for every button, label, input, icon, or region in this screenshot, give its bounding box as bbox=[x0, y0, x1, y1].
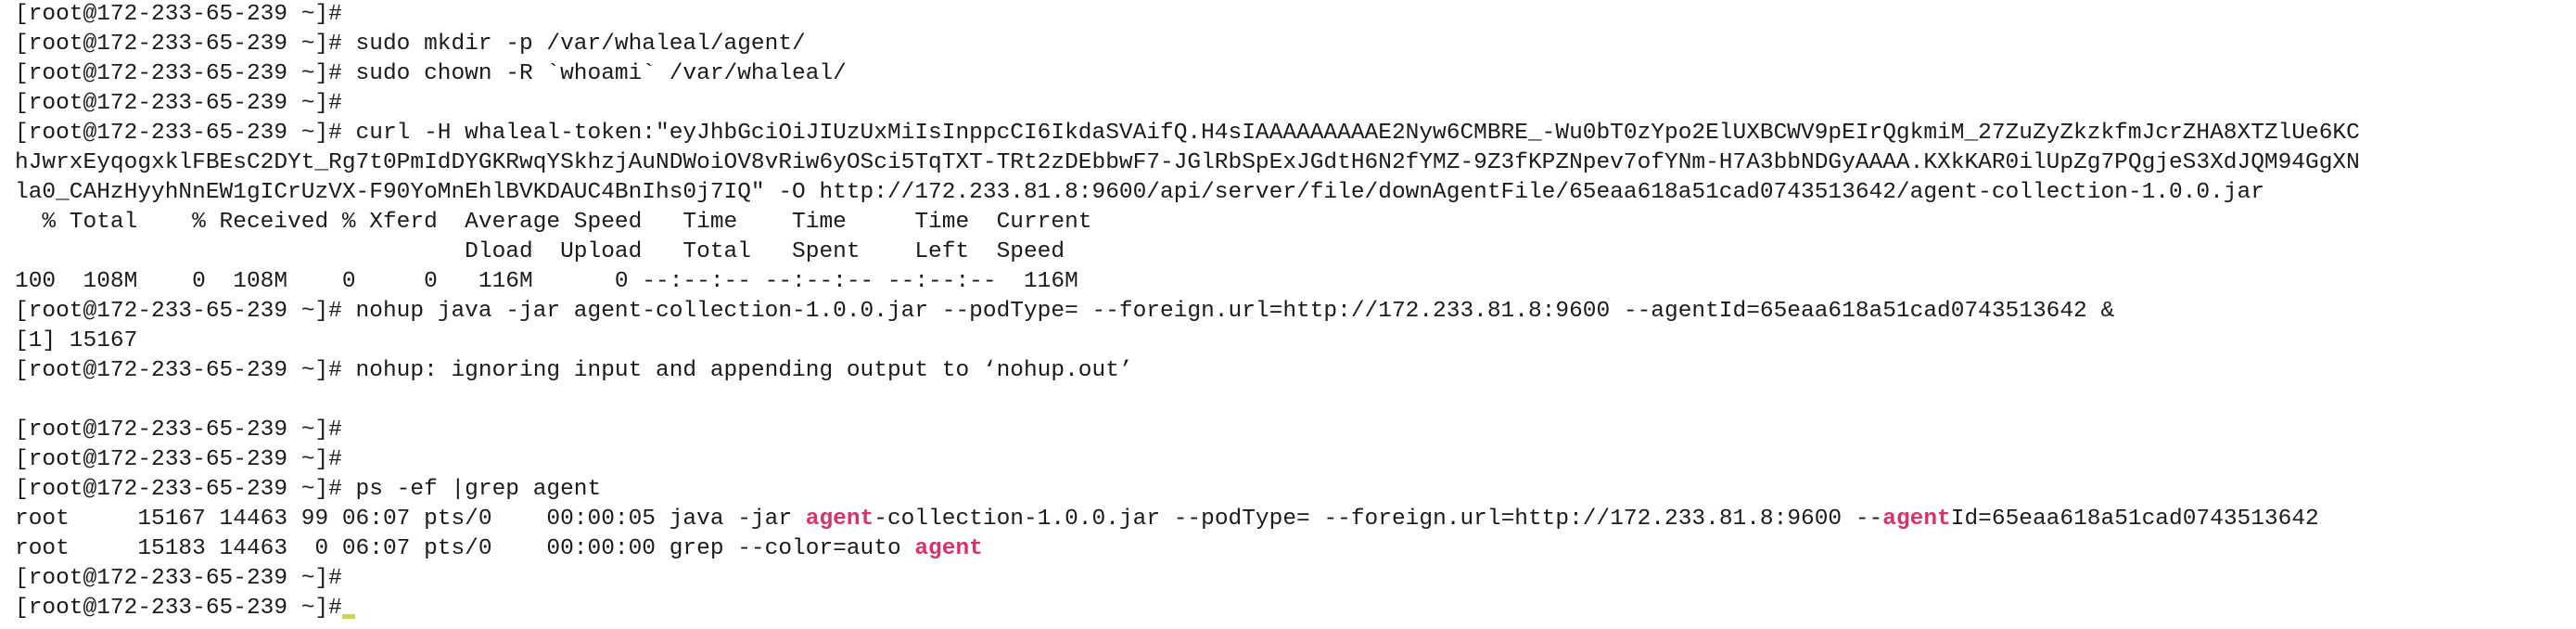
terminal-line: Dload Upload Total Spent Left Speed bbox=[15, 239, 1065, 264]
terminal-prompt-line[interactable]: [root@172-233-65-239 ~]# bbox=[15, 594, 2576, 623]
terminal-line: [1] 15167 bbox=[15, 328, 138, 353]
terminal-line: hJwrxEyqogxklFBEsC2DYt_Rg7t0PmIdDYGKRwqY… bbox=[15, 150, 2360, 175]
ps-row-text: Id=65eaa618a51cad0743513642 bbox=[1950, 507, 2319, 532]
terminal-line: [root@172-233-65-239 ~]# sudo mkdir -p /… bbox=[15, 32, 806, 57]
terminal-line: [root@172-233-65-239 ~]# ps -ef |grep ag… bbox=[15, 477, 602, 502]
terminal-line: la0_CAHzHyyhNnEW1gICrUzVX-F90YoMnEhlBVKD… bbox=[15, 180, 2264, 205]
terminal-cursor bbox=[341, 614, 355, 619]
terminal-line: 100 108M 0 108M 0 0 116M 0 --:--:-- --:-… bbox=[15, 269, 1078, 294]
terminal-line: [root@172-233-65-239 ~]# nohup java -jar… bbox=[15, 299, 2115, 324]
grep-match-highlight: agent bbox=[805, 507, 874, 532]
ps-output-row: root 15183 14463 0 06:07 pts/0 00:00:00 … bbox=[15, 534, 2576, 564]
terminal-line: % Total % Received % Xferd Average Speed… bbox=[15, 210, 1092, 235]
grep-match-highlight: agent bbox=[914, 536, 983, 561]
terminal-line: [root@172-233-65-239 ~]# bbox=[15, 417, 342, 443]
terminal-line: [root@172-233-65-239 ~]# bbox=[15, 566, 342, 591]
grep-match-highlight: agent bbox=[1882, 507, 1951, 532]
terminal-line: [root@172-233-65-239 ~]# sudo chown -R `… bbox=[15, 61, 847, 86]
ps-row-text: root 15167 14463 99 06:07 pts/0 00:00:05… bbox=[15, 507, 806, 532]
terminal-line: [root@172-233-65-239 ~]# bbox=[15, 447, 342, 472]
terminal-window[interactable]: [root@172-233-65-239 ~]# [root@172-233-6… bbox=[0, 0, 2576, 629]
ps-row-text: -collection-1.0.0.jar --podType= --forei… bbox=[874, 507, 1883, 532]
terminal-line: [root@172-233-65-239 ~]# curl -H whaleal… bbox=[15, 121, 2360, 146]
ps-row-text: root 15183 14463 0 06:07 pts/0 00:00:00 … bbox=[15, 536, 915, 561]
shell-prompt: [root@172-233-65-239 ~]# bbox=[15, 596, 342, 621]
terminal-line: [root@172-233-65-239 ~]# nohup: ignoring… bbox=[15, 358, 1133, 383]
terminal-line: [root@172-233-65-239 ~]# bbox=[15, 2, 342, 27]
terminal-line: [root@172-233-65-239 ~]# bbox=[15, 91, 342, 116]
ps-output-row: root 15167 14463 99 06:07 pts/0 00:00:05… bbox=[15, 505, 2576, 534]
